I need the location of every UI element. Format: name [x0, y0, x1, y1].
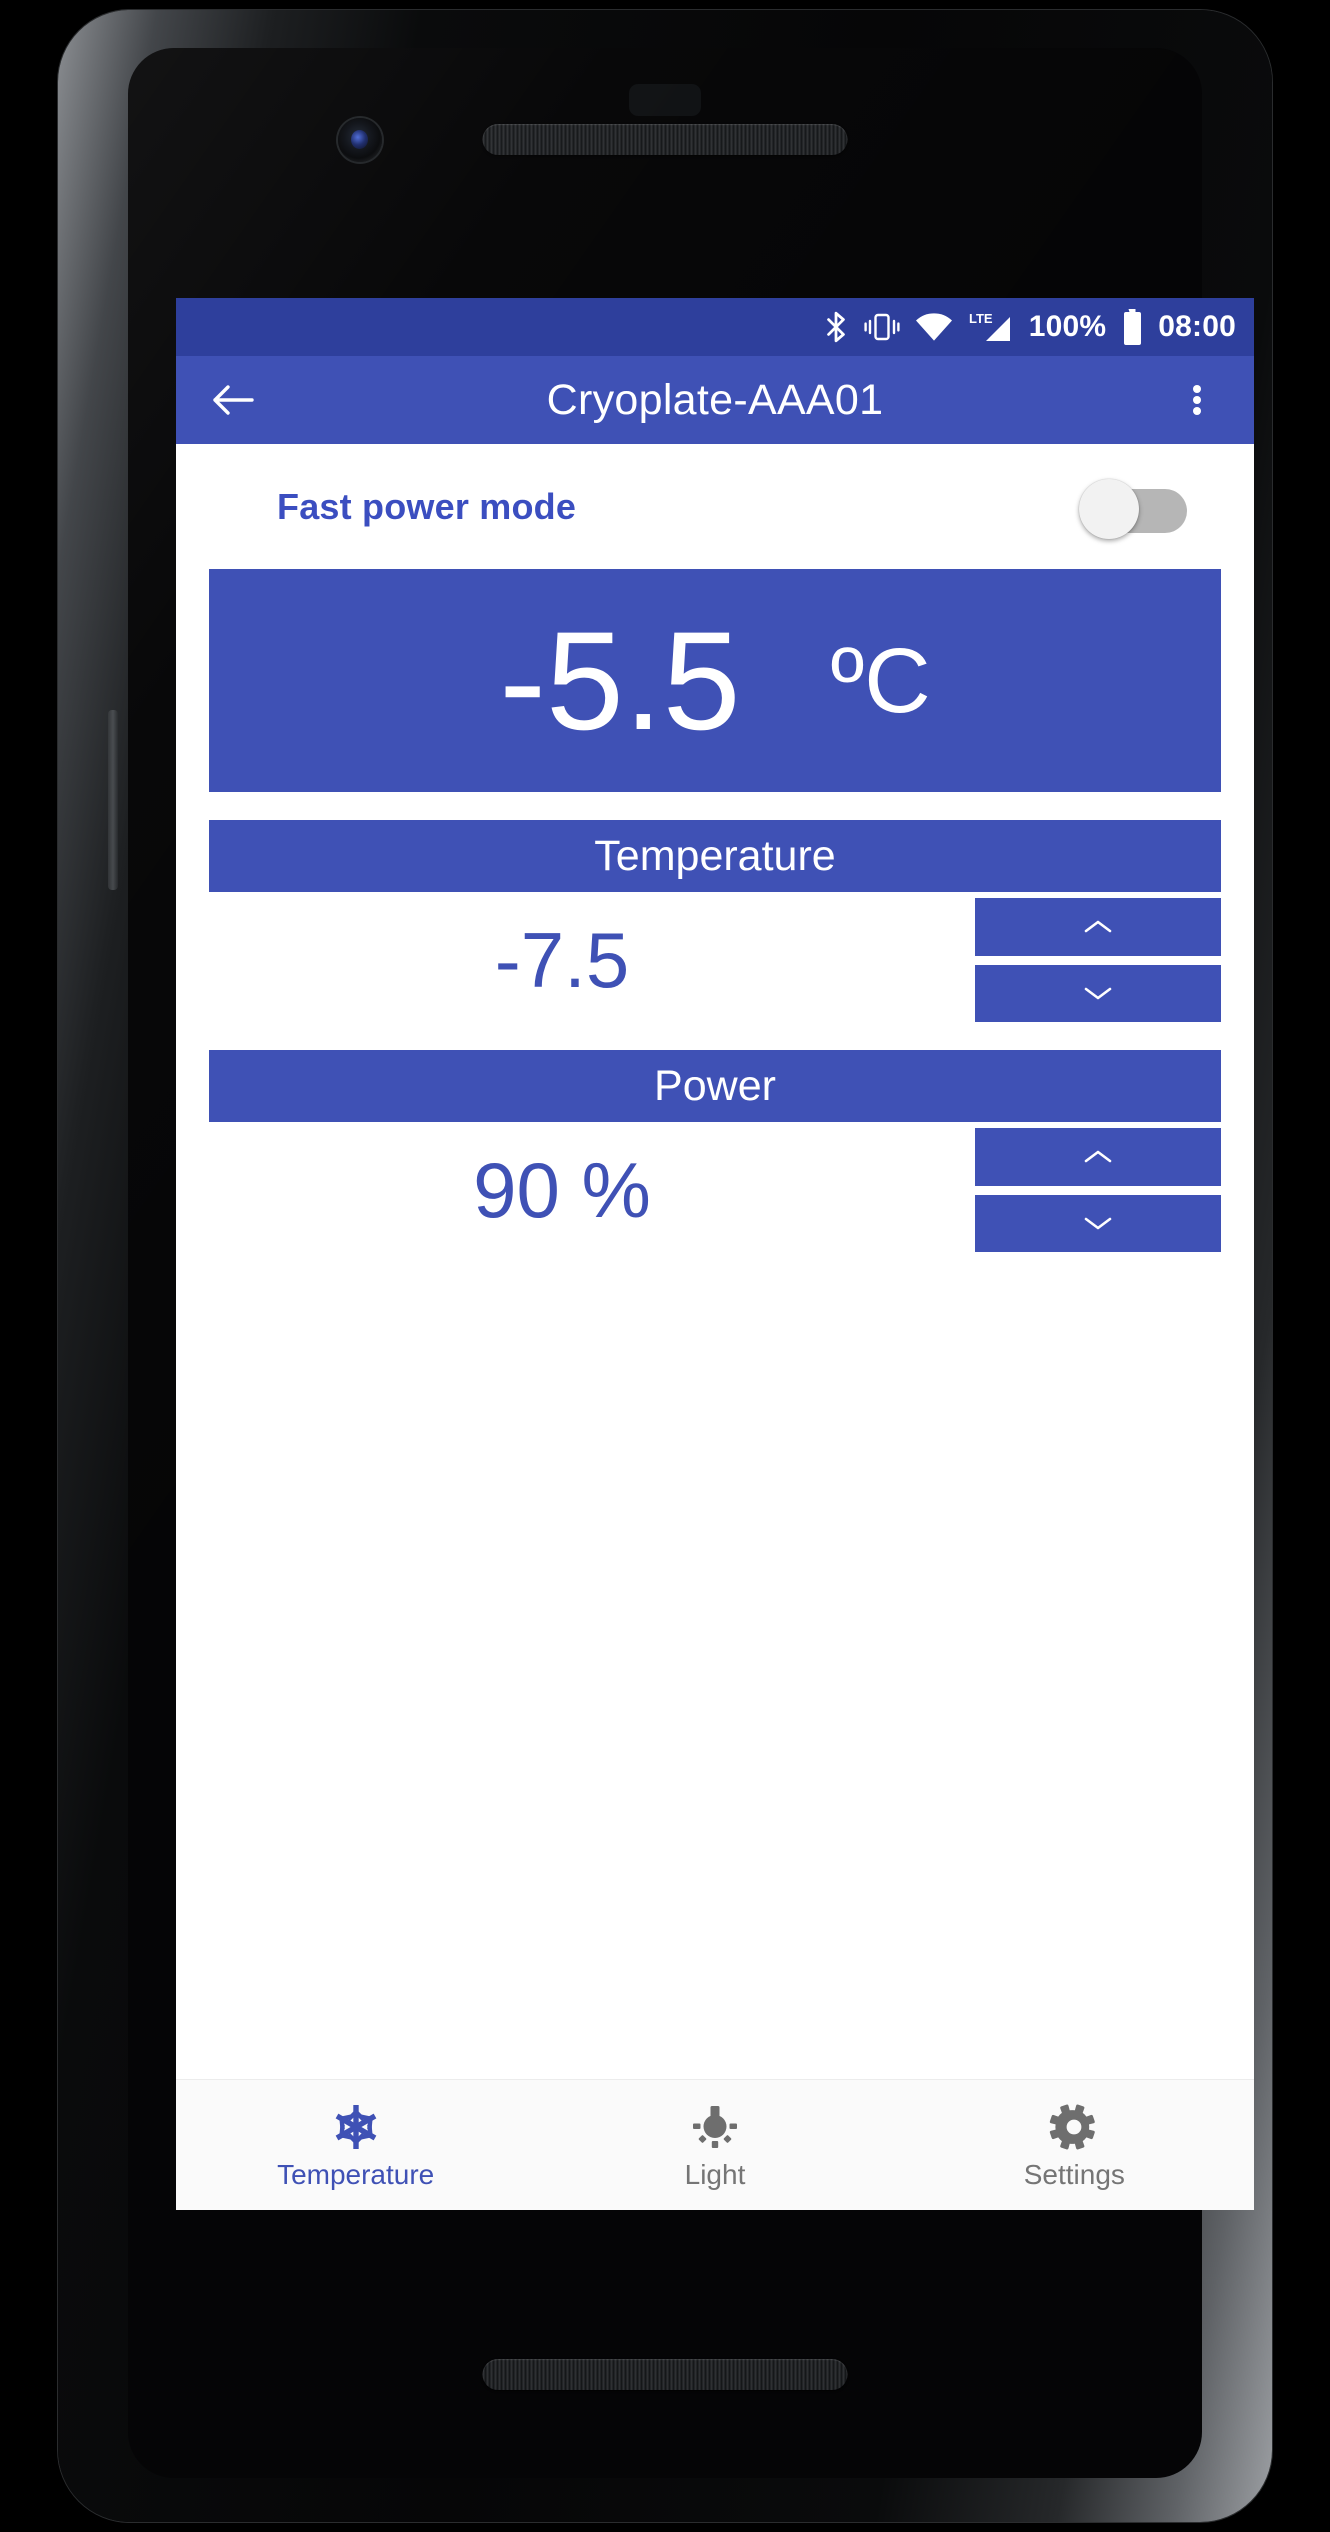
battery-full-icon [1121, 309, 1143, 345]
power-block-title: Power [654, 1061, 776, 1110]
fast-power-mode-toggle[interactable] [1079, 478, 1187, 539]
gear-icon [1050, 2104, 1096, 2150]
power-decrease-button[interactable] [975, 1194, 1221, 1252]
bluetooth-icon [823, 310, 849, 344]
lte-signal-icon: LTE [968, 310, 1014, 344]
nav-item-settings[interactable]: Settings [895, 2101, 1254, 2189]
phone-device-frame: LTE 100% 08:00 Cryoplate-AAA01 Fast powe… [58, 10, 1272, 2522]
earpiece-speaker [482, 124, 848, 155]
lightbulb-icon [692, 2106, 737, 2148]
front-camera-icon [338, 118, 382, 162]
power-setpoint-block: Power 90 % [209, 1050, 1221, 1252]
app-bar: Cryoplate-AAA01 [176, 356, 1254, 444]
battery-percent-label: 100% [1028, 310, 1107, 343]
main-content: Fast power mode -5.5 ºC Temperature -7.5 [176, 444, 1254, 2079]
temperature-decrease-button[interactable] [975, 964, 1221, 1022]
power-increase-button[interactable] [975, 1128, 1221, 1186]
temperature-block-title: Temperature [594, 831, 836, 880]
svg-text:LTE: LTE [969, 311, 993, 326]
fast-power-mode-label: Fast power mode [277, 485, 577, 527]
fast-power-mode-row: Fast power mode [209, 444, 1221, 569]
bottom-navigation-bar: Temperature Light Settings [176, 2079, 1254, 2210]
temperature-stepper [975, 898, 1221, 1022]
nav-item-light[interactable]: Light [535, 2101, 894, 2189]
vibrate-icon [864, 311, 900, 343]
toggle-thumb [1079, 478, 1139, 539]
back-button[interactable] [202, 369, 264, 431]
temperature-setpoint-block: Temperature -7.5 [209, 820, 1221, 1022]
temperature-block-header: Temperature [209, 820, 1221, 892]
proximity-sensor [629, 84, 701, 116]
clock-label: 08:00 [1158, 310, 1236, 343]
current-temperature-value: -5.5 [499, 601, 741, 759]
sim-tray [108, 710, 118, 890]
arrow-left-icon [213, 385, 254, 415]
temperature-block-body: -7.5 [209, 898, 1221, 1022]
nav-label-temperature: Temperature [277, 2159, 435, 2190]
current-temperature-readout: -5.5 ºC [209, 569, 1221, 792]
page-title: Cryoplate-AAA01 [546, 375, 884, 424]
chevron-up-icon [1084, 1150, 1112, 1163]
overflow-menu-button[interactable] [1166, 369, 1228, 431]
nav-label-settings: Settings [1023, 2159, 1125, 2190]
status-bar: LTE 100% 08:00 [176, 298, 1254, 356]
snowflake-icon [335, 2105, 377, 2149]
power-block-body: 90 % [209, 1128, 1221, 1252]
app-screen: LTE 100% 08:00 Cryoplate-AAA01 Fast powe… [176, 298, 1254, 2210]
bottom-speaker [482, 2359, 848, 2390]
chevron-down-icon [1084, 987, 1112, 1000]
power-block-header: Power [209, 1050, 1221, 1122]
wifi-icon [915, 312, 953, 342]
temperature-increase-button[interactable] [975, 898, 1221, 956]
temperature-setpoint-value: -7.5 [494, 916, 630, 1004]
nav-item-temperature[interactable]: Temperature [176, 2101, 535, 2189]
power-stepper [975, 1128, 1221, 1252]
chevron-down-icon [1084, 1217, 1112, 1230]
power-setpoint-value: 90 % [473, 1146, 651, 1234]
nav-label-light: Light [684, 2159, 746, 2190]
chevron-up-icon [1084, 920, 1112, 933]
more-vertical-icon [1193, 382, 1201, 418]
current-temperature-unit: ºC [830, 629, 931, 732]
